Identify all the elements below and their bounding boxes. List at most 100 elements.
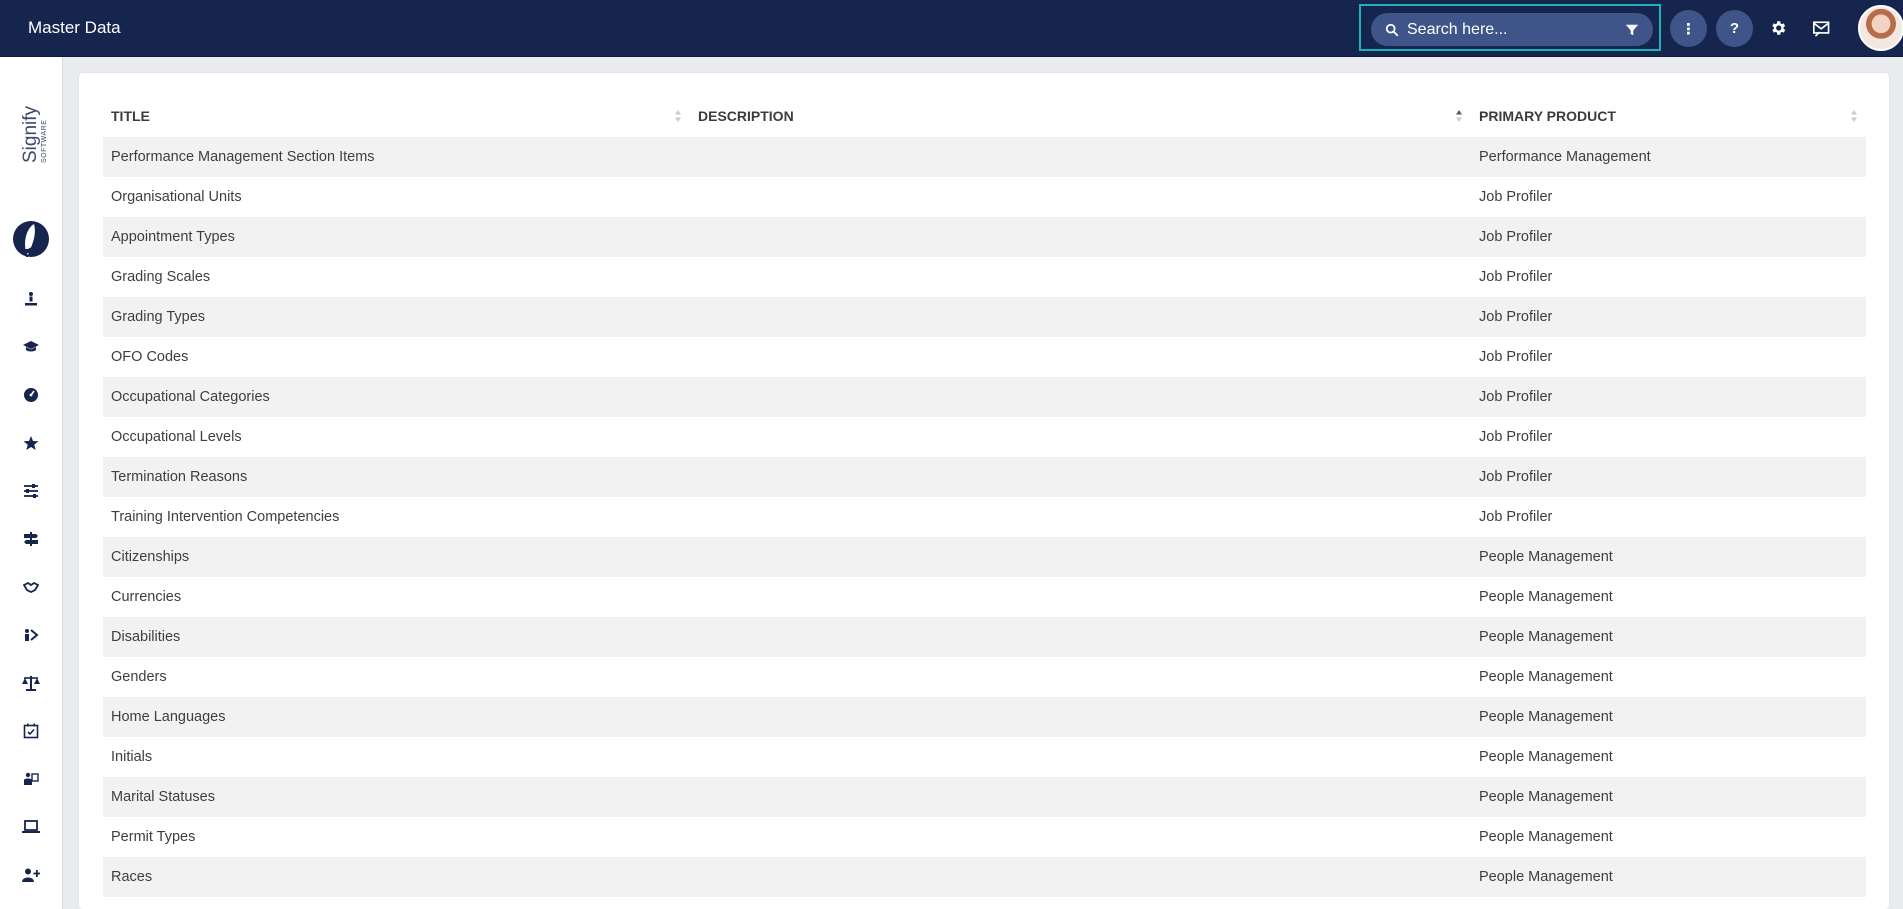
cell-description: [690, 817, 1471, 857]
column-header-label: PRIMARY PRODUCT: [1479, 108, 1616, 124]
cell-description: [690, 617, 1471, 657]
cell-title: Marital Statuses: [103, 777, 690, 817]
cell-description: [690, 257, 1471, 297]
cell-primary-product: Job Profiler: [1471, 177, 1866, 217]
column-header-description[interactable]: DESCRIPTION: [690, 95, 1471, 137]
cell-title: OFO Codes: [103, 337, 690, 377]
table-row[interactable]: Citizenships People Management: [103, 537, 1866, 577]
cell-description: [690, 537, 1471, 577]
table-row[interactable]: OFO Codes Job Profiler: [103, 337, 1866, 377]
cell-primary-product: Job Profiler: [1471, 497, 1866, 537]
star-icon[interactable]: [20, 432, 42, 454]
cell-description: [690, 137, 1471, 177]
cell-title: Home Languages: [103, 697, 690, 737]
search-box[interactable]: [1371, 13, 1653, 46]
cell-description: [690, 417, 1471, 457]
cell-title: Performance Management Section Items: [103, 137, 690, 177]
cell-primary-product: People Management: [1471, 777, 1866, 817]
graduation-cap-icon[interactable]: [20, 336, 42, 358]
calendar-check-icon[interactable]: [20, 720, 42, 742]
cell-title: Races: [103, 857, 690, 897]
signify-logo: Signify SOFTWARE: [10, 85, 52, 261]
cell-title: Citizenships: [103, 537, 690, 577]
cell-description: [690, 777, 1471, 817]
table-row[interactable]: Permit Types People Management: [103, 817, 1866, 857]
table-row[interactable]: Home Languages People Management: [103, 697, 1866, 737]
person-board-icon[interactable]: [20, 768, 42, 790]
search-container: [1359, 4, 1661, 51]
cell-description: [690, 737, 1471, 777]
person-pedestal-icon[interactable]: [20, 288, 42, 310]
gauge-icon[interactable]: [20, 384, 42, 406]
cell-primary-product: Job Profiler: [1471, 377, 1866, 417]
sidebar: Signify SOFTWARE: [0, 57, 63, 909]
table-row[interactable]: Races People Management: [103, 857, 1866, 897]
table-row[interactable]: Currencies People Management: [103, 577, 1866, 617]
cell-description: [690, 457, 1471, 497]
cell-primary-product: Job Profiler: [1471, 297, 1866, 337]
help-button[interactable]: ?: [1716, 10, 1753, 47]
search-input[interactable]: [1407, 20, 1607, 40]
table-row[interactable]: Disabilities People Management: [103, 617, 1866, 657]
sliders-icon[interactable]: [20, 480, 42, 502]
user-plus-icon[interactable]: [20, 864, 42, 886]
sort-icon[interactable]: [1850, 109, 1858, 123]
cell-title: Training Intervention Competencies: [103, 497, 690, 537]
signpost-icon[interactable]: [20, 528, 42, 550]
cell-title: Occupational Levels: [103, 417, 690, 457]
people-arrows-icon[interactable]: [20, 624, 42, 646]
help-label: ?: [1729, 20, 1740, 37]
handshake-icon[interactable]: [20, 576, 42, 598]
more-options-button[interactable]: ⋮: [1670, 10, 1707, 47]
cell-description: [690, 297, 1471, 337]
sort-ascending-icon[interactable]: [1455, 109, 1463, 123]
table-row[interactable]: Grading Types Job Profiler: [103, 297, 1866, 337]
user-avatar[interactable]: [1858, 5, 1903, 51]
cell-title: Termination Reasons: [103, 457, 690, 497]
filter-icon[interactable]: [1625, 23, 1639, 37]
page-title: Master Data: [28, 18, 121, 37]
table-row[interactable]: Grading Scales Job Profiler: [103, 257, 1866, 297]
cell-description: [690, 697, 1471, 737]
table-row[interactable]: Performance Management Section Items Perf…: [103, 137, 1866, 177]
column-header-label: DESCRIPTION: [698, 108, 794, 124]
table-row[interactable]: Termination Reasons Job Profiler: [103, 457, 1866, 497]
column-header-title[interactable]: TITLE: [103, 95, 690, 137]
cell-primary-product: People Management: [1471, 657, 1866, 697]
sort-icon[interactable]: [674, 109, 682, 123]
cell-primary-product: Job Profiler: [1471, 257, 1866, 297]
table-row[interactable]: Organisational Units Job Profiler: [103, 177, 1866, 217]
cell-primary-product: People Management: [1471, 697, 1866, 737]
megaphone-icon[interactable]: [20, 240, 42, 262]
cell-description: [690, 377, 1471, 417]
cell-title: Genders: [103, 657, 690, 697]
cell-primary-product: People Management: [1471, 857, 1866, 897]
balance-scale-icon[interactable]: [20, 672, 42, 694]
logo-subtext: SOFTWARE: [41, 120, 48, 163]
master-data-card: TITLE DESCRIPTION PRIMARY PRODUCT Perfor…: [79, 73, 1889, 909]
table-row[interactable]: Marital Statuses People Management: [103, 777, 1866, 817]
cell-title: Grading Scales: [103, 257, 690, 297]
table-row[interactable]: Training Intervention Competencies Job Pr…: [103, 497, 1866, 537]
table-row[interactable]: Occupational Levels Job Profiler: [103, 417, 1866, 457]
table-row[interactable]: Occupational Categories Job Profiler: [103, 377, 1866, 417]
messages-icon[interactable]: [1810, 16, 1834, 40]
cell-title: Permit Types: [103, 817, 690, 857]
search-icon: [1385, 23, 1399, 37]
cell-primary-product: Job Profiler: [1471, 217, 1866, 257]
table-body: Performance Management Section Items Perf…: [103, 137, 1866, 897]
cell-primary-product: People Management: [1471, 577, 1866, 617]
cell-title: Currencies: [103, 577, 690, 617]
laptop-icon[interactable]: [20, 816, 42, 838]
table-row[interactable]: Genders People Management: [103, 657, 1866, 697]
column-header-primary-product[interactable]: PRIMARY PRODUCT: [1471, 95, 1866, 137]
column-header-label: TITLE: [111, 108, 150, 124]
table-row[interactable]: Initials People Management: [103, 737, 1866, 777]
cell-title: Initials: [103, 737, 690, 777]
top-bar: Master Data ⋮ ?: [0, 0, 1903, 57]
logo-text: Signify: [20, 105, 41, 163]
settings-gear-icon[interactable]: [1766, 16, 1790, 40]
more-options-label: ⋮: [1681, 20, 1696, 38]
table-row[interactable]: Appointment Types Job Profiler: [103, 217, 1866, 257]
cell-description: [690, 857, 1471, 897]
